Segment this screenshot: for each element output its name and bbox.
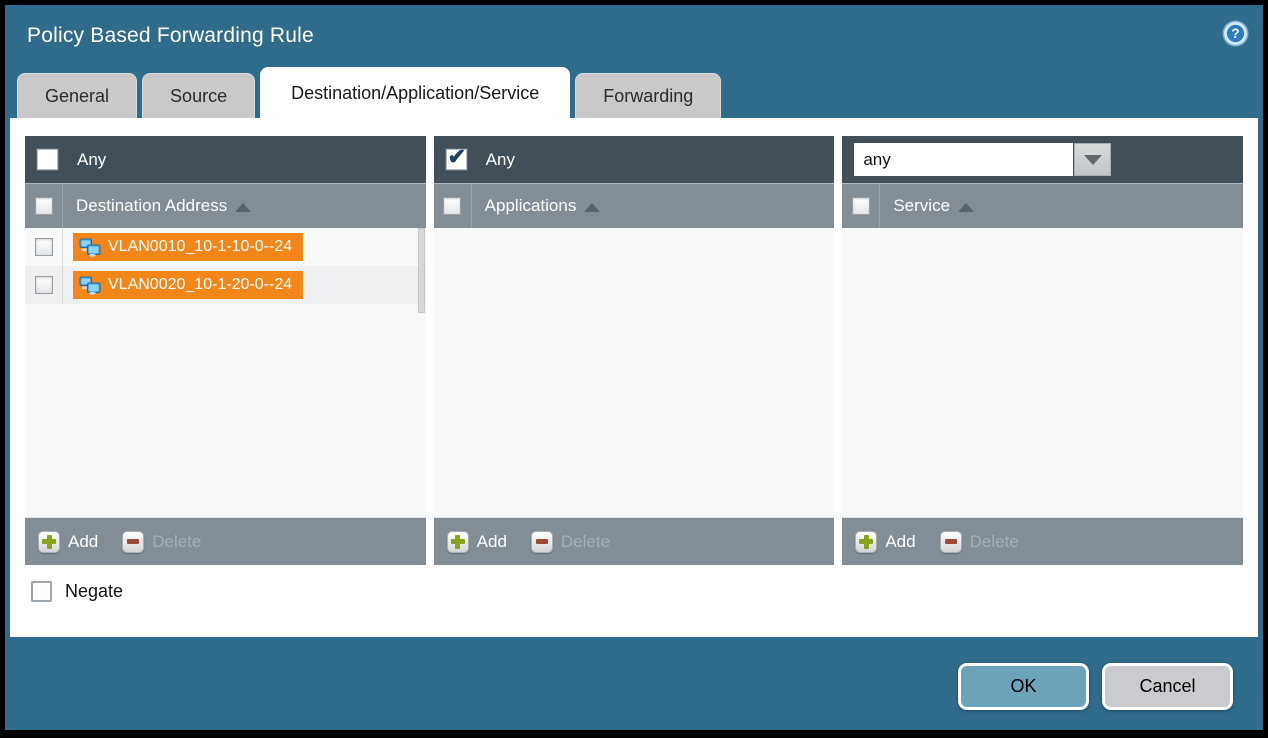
chevron-down-icon xyxy=(1084,155,1102,165)
destination-select-all-cell xyxy=(25,184,63,228)
ok-button[interactable]: OK xyxy=(958,663,1089,710)
columns: Any Destination Address xyxy=(25,136,1243,565)
address-object-label: VLAN0010_10-1-10-0--24 xyxy=(108,238,292,256)
list-item[interactable]: VLAN0020_10-1-20-0--24 xyxy=(25,266,426,304)
delete-button[interactable]: Delete xyxy=(122,531,201,553)
applications-select-all-checkbox[interactable] xyxy=(443,197,461,215)
service-actions-bar: Add Delete xyxy=(842,518,1243,565)
add-button-label: Add xyxy=(477,532,507,552)
delete-minus-icon xyxy=(122,531,144,553)
add-button[interactable]: Add xyxy=(855,531,915,553)
address-object-label: VLAN0020_10-1-20-0--24 xyxy=(108,276,292,294)
delete-minus-icon xyxy=(531,531,553,553)
applications-column: Any Applications Add xyxy=(434,136,835,565)
row-checkbox[interactable] xyxy=(35,276,53,294)
sort-ascending-icon xyxy=(958,203,974,212)
tab-bar: General Source Destination/Application/S… xyxy=(5,67,1263,118)
tab-general[interactable]: General xyxy=(17,73,137,118)
add-button-label: Add xyxy=(885,532,915,552)
destination-address-header-label: Destination Address xyxy=(76,196,227,216)
dialog-screen: Policy Based Forwarding Rule ? General S… xyxy=(0,0,1268,738)
negate-label: Negate xyxy=(65,581,123,602)
service-select-all-cell xyxy=(842,184,880,228)
negate-row: Negate xyxy=(25,581,1243,602)
help-icon[interactable]: ? xyxy=(1222,20,1249,47)
add-button-label: Add xyxy=(68,532,98,552)
destination-address-column: Any Destination Address xyxy=(25,136,426,565)
pbf-rule-dialog: Policy Based Forwarding Rule ? General S… xyxy=(5,5,1263,730)
dialog-footer: OK Cancel xyxy=(5,637,1263,730)
add-plus-icon xyxy=(447,531,469,553)
destination-address-list: VLAN0010_10-1-10-0--24 xyxy=(25,228,426,518)
service-select-all-checkbox[interactable] xyxy=(852,197,870,215)
service-input[interactable] xyxy=(854,143,1073,176)
applications-any-label: Any xyxy=(486,150,515,170)
sort-ascending-icon xyxy=(235,203,251,212)
service-dropdown-button[interactable] xyxy=(1074,143,1111,176)
cancel-button[interactable]: Cancel xyxy=(1102,663,1233,710)
add-plus-icon xyxy=(38,531,60,553)
tab-forwarding[interactable]: Forwarding xyxy=(575,73,721,118)
add-button[interactable]: Add xyxy=(38,531,98,553)
service-column: Service Add Delete xyxy=(842,136,1243,565)
delete-button[interactable]: Delete xyxy=(531,531,610,553)
service-list xyxy=(842,228,1243,518)
negate-checkbox[interactable] xyxy=(31,581,52,602)
tab-content-panel: Any Destination Address xyxy=(10,118,1258,637)
add-plus-icon xyxy=(855,531,877,553)
delete-minus-icon xyxy=(940,531,962,553)
destination-actions-bar: Add Delete xyxy=(25,518,426,565)
network-address-icon xyxy=(79,238,101,257)
titlebar: Policy Based Forwarding Rule ? xyxy=(5,5,1263,67)
sort-ascending-icon xyxy=(584,203,600,212)
delete-button[interactable]: Delete xyxy=(940,531,1019,553)
network-address-icon xyxy=(79,276,101,295)
add-button[interactable]: Add xyxy=(447,531,507,553)
applications-column-header[interactable]: Applications xyxy=(434,183,835,228)
destination-any-label: Any xyxy=(77,150,106,170)
destination-any-header: Any xyxy=(25,136,426,183)
vertical-scrollbar[interactable] xyxy=(418,228,425,517)
service-column-header[interactable]: Service xyxy=(842,183,1243,228)
destination-any-checkbox[interactable] xyxy=(37,149,58,170)
tab-destination-application-service[interactable]: Destination/Application/Service xyxy=(260,67,570,118)
delete-button-label: Delete xyxy=(561,532,610,552)
destination-address-column-header[interactable]: Destination Address xyxy=(25,183,426,228)
applications-list xyxy=(434,228,835,518)
row-checkbox-cell xyxy=(25,228,63,266)
service-header-label: Service xyxy=(893,196,950,216)
delete-button-label: Delete xyxy=(970,532,1019,552)
applications-header-label: Applications xyxy=(485,196,577,216)
applications-select-all-cell xyxy=(434,184,472,228)
row-checkbox-cell xyxy=(25,266,63,304)
address-object-chip[interactable]: VLAN0020_10-1-20-0--24 xyxy=(73,271,303,299)
delete-button-label: Delete xyxy=(152,532,201,552)
row-checkbox[interactable] xyxy=(35,238,53,256)
tab-source[interactable]: Source xyxy=(142,73,255,118)
list-item[interactable]: VLAN0010_10-1-10-0--24 xyxy=(25,228,426,266)
applications-actions-bar: Add Delete xyxy=(434,518,835,565)
address-object-chip[interactable]: VLAN0010_10-1-10-0--24 xyxy=(73,233,303,261)
service-dropdown-header xyxy=(842,136,1243,183)
applications-any-checkbox[interactable] xyxy=(446,149,467,170)
destination-select-all-checkbox[interactable] xyxy=(35,197,53,215)
scrollbar-thumb[interactable] xyxy=(418,228,425,313)
service-combo xyxy=(854,143,1111,176)
applications-any-header: Any xyxy=(434,136,835,183)
dialog-title: Policy Based Forwarding Rule xyxy=(27,24,1222,48)
svg-text:?: ? xyxy=(1231,26,1239,41)
